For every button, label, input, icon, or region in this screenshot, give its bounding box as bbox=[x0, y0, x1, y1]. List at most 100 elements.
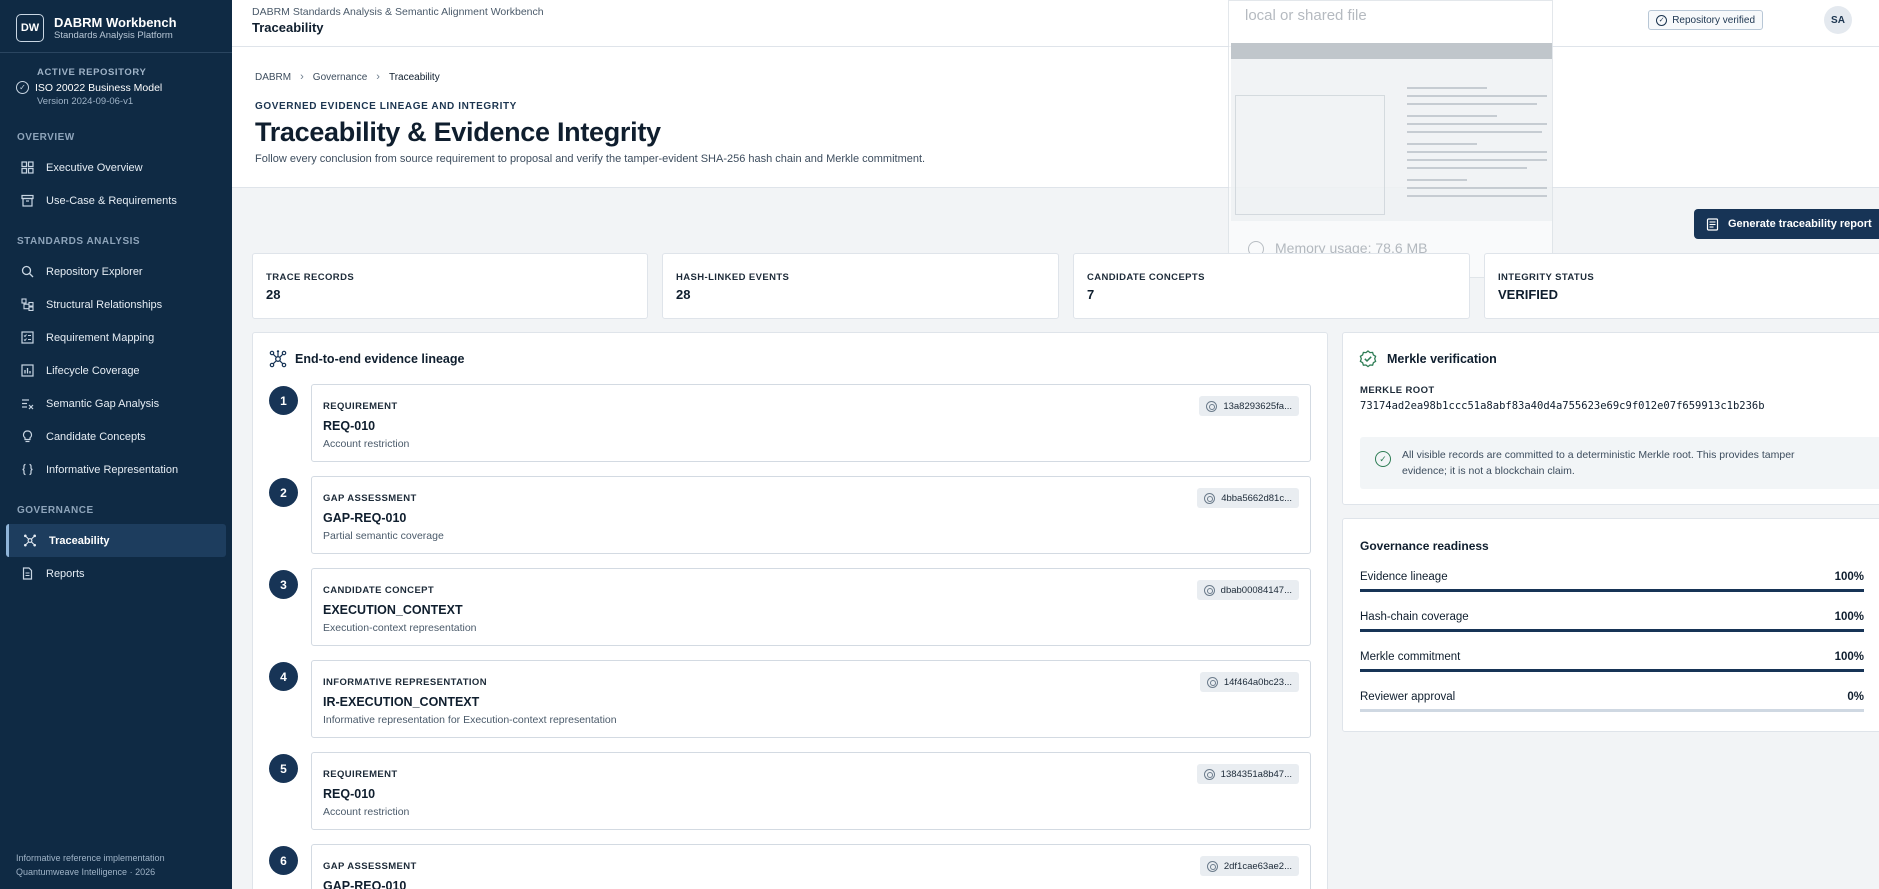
breadcrumb: DABRM › Governance › Traceability bbox=[255, 71, 440, 83]
stat-label: CANDIDATE CONCEPTS bbox=[1087, 272, 1205, 283]
hash-chip[interactable]: 14f464a0bc23... bbox=[1199, 672, 1299, 692]
governance-panel-title: Governance readiness bbox=[1360, 539, 1489, 553]
step-kind: REQUIREMENT bbox=[323, 401, 398, 412]
step-card[interactable]: GAP ASSESSMENT GAP-REQ-010 Partial seman… bbox=[311, 476, 1311, 554]
merkle-note: ✓ All visible records are committed to a… bbox=[1360, 437, 1879, 489]
readiness-bar bbox=[1360, 669, 1864, 672]
lineage-step[interactable]: 6 GAP ASSESSMENT GAP-REQ-010 2df1cae63ae… bbox=[269, 844, 1315, 889]
sidebar-item-repository-explorer[interactable]: Repository Explorer bbox=[0, 255, 232, 288]
checklist-icon bbox=[20, 331, 34, 345]
gap-icon bbox=[20, 397, 34, 411]
sidebar-item-structural-relationships[interactable]: Structural Relationships bbox=[0, 288, 232, 321]
merkle-root-label: MERKLE ROOT bbox=[1360, 385, 1435, 396]
ghost-preview-line bbox=[1407, 151, 1547, 153]
app-subtitle: Standards Analysis Platform bbox=[54, 29, 173, 41]
hash-value: 1384351a8b47... bbox=[1220, 768, 1292, 780]
report-icon bbox=[1706, 217, 1719, 231]
hash-chip[interactable]: 1384351a8b47... bbox=[1196, 764, 1299, 784]
sidebar-item-traceability[interactable]: Traceability bbox=[6, 524, 226, 557]
ghost-preview-line bbox=[1407, 195, 1547, 197]
step-description: Partial semantic coverage bbox=[323, 530, 444, 542]
avatar[interactable]: SA bbox=[1824, 6, 1852, 34]
fingerprint-icon bbox=[1203, 768, 1215, 780]
sidebar-item-label: Use-Case & Requirements bbox=[46, 194, 177, 207]
sidebar-item-informative-representation[interactable]: Informative Representation bbox=[0, 453, 232, 486]
hash-chip[interactable]: 2df1cae63ae2... bbox=[1199, 856, 1299, 876]
app-logo: DW bbox=[16, 14, 44, 42]
stat-value: 28 bbox=[676, 287, 691, 302]
stat-label: INTEGRITY STATUS bbox=[1498, 272, 1595, 283]
repository-version: Version 2024-09-06-v1 bbox=[37, 96, 134, 107]
active-repository-label: ACTIVE REPOSITORY bbox=[37, 67, 147, 78]
breadcrumb-item-governance[interactable]: Governance bbox=[313, 72, 367, 83]
hash-value: dbab00084147... bbox=[1220, 584, 1292, 596]
sidebar-item-requirement-mapping[interactable]: Requirement Mapping bbox=[0, 321, 232, 354]
step-card[interactable]: GAP ASSESSMENT GAP-REQ-010 2df1cae63ae2.… bbox=[311, 844, 1311, 889]
sidebar-item-label: Candidate Concepts bbox=[46, 430, 146, 443]
readiness-row: Merkle commitment 100% bbox=[1360, 651, 1864, 675]
verified-badge-icon bbox=[1359, 350, 1377, 368]
hash-value: 13a8293625fa... bbox=[1223, 400, 1292, 412]
readiness-row: Evidence lineage 100% bbox=[1360, 571, 1864, 595]
ghost-overlay-text: local or shared file bbox=[1245, 7, 1367, 24]
readiness-bar-fill bbox=[1360, 629, 1864, 632]
active-repository[interactable]: ACTIVE REPOSITORY ✓ ISO 20022 Business M… bbox=[0, 53, 232, 107]
brand[interactable]: DW DABRM Workbench Standards Analysis Pl… bbox=[0, 0, 232, 46]
repository-verified-badge[interactable]: ✓ Repository verified bbox=[1648, 10, 1763, 30]
search-icon bbox=[20, 265, 34, 279]
hash-value: 14f464a0bc23... bbox=[1223, 676, 1292, 688]
readiness-bar bbox=[1360, 709, 1864, 712]
hash-chip[interactable]: dbab00084147... bbox=[1196, 580, 1299, 600]
step-number: 5 bbox=[269, 754, 298, 783]
stat-value: 28 bbox=[266, 287, 281, 302]
ghost-preview-line bbox=[1407, 167, 1527, 169]
braces-icon bbox=[20, 463, 34, 477]
sidebar-footer: Informative reference implementation Qua… bbox=[16, 851, 165, 879]
ghost-preview-line bbox=[1407, 131, 1542, 133]
generate-traceability-report-button[interactable]: Generate traceability report bbox=[1694, 209, 1879, 239]
step-card[interactable]: CANDIDATE CONCEPT EXECUTION_CONTEXT Exec… bbox=[311, 568, 1311, 646]
sidebar-item-label: Repository Explorer bbox=[46, 265, 143, 278]
step-card[interactable]: INFORMATIVE REPRESENTATION IR-EXECUTION_… bbox=[311, 660, 1311, 738]
sidebar-item-use-case-requirements[interactable]: Use-Case & Requirements bbox=[0, 184, 232, 217]
repository-verified-label: Repository verified bbox=[1672, 14, 1755, 26]
bar-chart-icon bbox=[20, 364, 34, 378]
step-number: 6 bbox=[269, 846, 298, 875]
archive-icon bbox=[20, 194, 34, 208]
readiness-row: Hash-chain coverage 100% bbox=[1360, 611, 1864, 635]
merkle-root-value[interactable]: 73174ad2ea98b1ccc51a8abf83a40d4a755623e6… bbox=[1360, 400, 1765, 412]
page-header: DABRM › Governance › Traceability GOVERN… bbox=[232, 47, 1879, 188]
sidebar-item-candidate-concepts[interactable]: Candidate Concepts bbox=[0, 420, 232, 453]
readiness-bar-fill bbox=[1360, 589, 1864, 592]
lineage-step[interactable]: 2 GAP ASSESSMENT GAP-REQ-010 Partial sem… bbox=[269, 476, 1315, 554]
sidebar-item-executive-overview[interactable]: Executive Overview bbox=[0, 151, 232, 184]
lineage-step[interactable]: 4 INFORMATIVE REPRESENTATION IR-EXECUTIO… bbox=[269, 660, 1315, 738]
topbar-title: Traceability bbox=[252, 20, 324, 35]
readiness-row: Reviewer approval 0% bbox=[1360, 691, 1864, 715]
page-description: Follow every conclusion from source requ… bbox=[255, 153, 926, 165]
footer-line-1: Informative reference implementation bbox=[16, 853, 165, 863]
sidebar-item-reports[interactable]: Reports bbox=[0, 557, 232, 590]
hash-chip[interactable]: 13a8293625fa... bbox=[1199, 396, 1299, 416]
stat-label: TRACE RECORDS bbox=[266, 272, 355, 283]
ghost-preview-line bbox=[1407, 123, 1547, 125]
readiness-label: Merkle commitment bbox=[1360, 651, 1461, 663]
sidebar-item-label: Structural Relationships bbox=[46, 298, 163, 311]
lineage-panel-header: End-to-end evidence lineage bbox=[269, 350, 464, 368]
readiness-value: 100% bbox=[1834, 571, 1864, 583]
check-circle-icon: ✓ bbox=[1656, 14, 1668, 26]
breadcrumb-item-dabrm[interactable]: DABRM bbox=[255, 72, 291, 83]
step-number: 3 bbox=[269, 570, 298, 599]
fingerprint-icon bbox=[1206, 860, 1218, 872]
lineage-step[interactable]: 1 REQUIREMENT REQ-010 Account restrictio… bbox=[269, 384, 1315, 462]
governance-readiness-panel: Governance readiness Evidence lineage 10… bbox=[1342, 518, 1879, 732]
step-card[interactable]: REQUIREMENT REQ-010 Account restriction … bbox=[311, 752, 1311, 830]
hash-chip[interactable]: 4bba5662d81c... bbox=[1197, 488, 1299, 508]
nav-section-governance: GOVERNANCE bbox=[17, 505, 94, 516]
lineage-step[interactable]: 3 CANDIDATE CONCEPT EXECUTION_CONTEXT Ex… bbox=[269, 568, 1315, 646]
sidebar-item-semantic-gap-analysis[interactable]: Semantic Gap Analysis bbox=[0, 387, 232, 420]
lineage-step[interactable]: 5 REQUIREMENT REQ-010 Account restrictio… bbox=[269, 752, 1315, 830]
sidebar-item-lifecycle-coverage[interactable]: Lifecycle Coverage bbox=[0, 354, 232, 387]
readiness-label: Hash-chain coverage bbox=[1360, 611, 1469, 623]
step-card[interactable]: REQUIREMENT REQ-010 Account restriction … bbox=[311, 384, 1311, 462]
